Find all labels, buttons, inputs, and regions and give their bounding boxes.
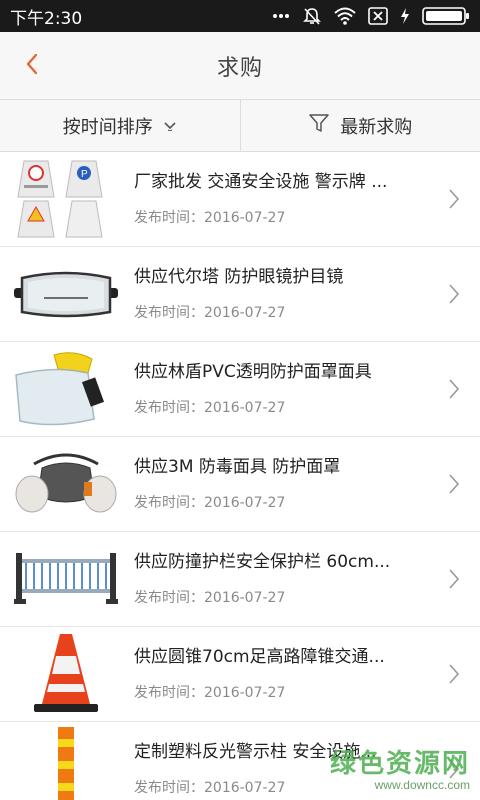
status-bar: 下午2:30 bbox=[0, 0, 480, 32]
product-thumbnail bbox=[14, 634, 118, 713]
list-item[interactable]: 供应林盾PVC透明防护面罩面具 发布时间：2016-07-27 bbox=[0, 342, 480, 437]
sort-by-time-tab[interactable]: 按时间排序 bbox=[0, 100, 240, 151]
svg-text:P: P bbox=[81, 169, 88, 180]
charging-icon bbox=[400, 7, 410, 25]
product-thumbnail bbox=[14, 727, 118, 800]
chevron-right-icon bbox=[448, 473, 460, 499]
chevron-right-icon bbox=[448, 663, 460, 689]
product-thumbnail: P bbox=[14, 160, 118, 238]
sort-by-time-label: 按时间排序 bbox=[62, 116, 153, 138]
battery-icon bbox=[422, 6, 470, 26]
back-button[interactable] bbox=[14, 48, 50, 84]
status-icons bbox=[272, 6, 470, 26]
chevron-down-icon bbox=[163, 115, 177, 136]
chevron-right-icon bbox=[448, 378, 460, 404]
chevron-right-icon bbox=[448, 188, 460, 214]
item-date: 发布时间：2016-07-27 bbox=[134, 685, 286, 701]
status-time: 下午2:30 bbox=[10, 8, 83, 29]
product-thumbnail bbox=[14, 540, 118, 618]
request-list: P 厂家批发 交通安全设施 警示牌 ... 发布时间：2016-07-27 供应… bbox=[0, 152, 480, 800]
item-title: 供应3M 防毒面具 防护面罩 bbox=[134, 457, 341, 477]
item-title: 供应林盾PVC透明防护面罩面具 bbox=[134, 362, 372, 382]
item-date: 发布时间：2016-07-27 bbox=[134, 590, 286, 606]
chevron-left-icon bbox=[24, 52, 40, 80]
product-thumbnail bbox=[14, 350, 118, 428]
item-title: 厂家批发 交通安全设施 警示牌 ... bbox=[134, 172, 388, 192]
more-dots-icon bbox=[272, 13, 290, 19]
wifi-icon bbox=[334, 7, 356, 25]
item-title: 定制塑料反光警示柱 安全设施... bbox=[134, 742, 377, 762]
product-thumbnail bbox=[14, 445, 118, 523]
list-item[interactable]: 供应代尔塔 防护眼镜护目镜 发布时间：2016-07-27 bbox=[0, 247, 480, 342]
chevron-right-icon bbox=[448, 283, 460, 309]
page-title: 求购 bbox=[216, 55, 263, 81]
list-item[interactable]: P 厂家批发 交通安全设施 警示牌 ... 发布时间：2016-07-27 bbox=[0, 152, 480, 247]
chevron-right-icon bbox=[448, 758, 460, 784]
item-title: 供应圆锥70cm足高路障锥交通... bbox=[134, 647, 385, 667]
item-title: 供应代尔塔 防护眼镜护目镜 bbox=[134, 267, 344, 287]
product-thumbnail bbox=[14, 255, 118, 333]
filter-funnel-icon bbox=[308, 112, 330, 139]
list-item[interactable]: 供应3M 防毒面具 防护面罩 发布时间：2016-07-27 bbox=[0, 437, 480, 532]
sim-off-icon bbox=[368, 7, 388, 25]
item-title: 供应防撞护栏安全保护栏 60cm... bbox=[134, 552, 391, 572]
item-date: 发布时间：2016-07-27 bbox=[134, 495, 286, 511]
latest-requests-label: 最新求购 bbox=[340, 116, 413, 138]
latest-requests-tab[interactable]: 最新求购 bbox=[241, 100, 480, 151]
item-date: 发布时间：2016-07-27 bbox=[134, 780, 286, 796]
mute-icon bbox=[302, 6, 322, 26]
filter-bar: 按时间排序 最新求购 bbox=[0, 100, 480, 152]
item-date: 发布时间：2016-07-27 bbox=[134, 210, 286, 226]
item-date: 发布时间：2016-07-27 bbox=[134, 400, 286, 416]
header: 求购 bbox=[0, 32, 480, 100]
chevron-right-icon bbox=[448, 568, 460, 594]
list-item[interactable]: 供应防撞护栏安全保护栏 60cm... 发布时间：2016-07-27 bbox=[0, 532, 480, 627]
list-item[interactable]: 供应圆锥70cm足高路障锥交通... 发布时间：2016-07-27 bbox=[0, 627, 480, 722]
list-item[interactable]: 定制塑料反光警示柱 安全设施... 发布时间：2016-07-27 bbox=[0, 722, 480, 800]
item-date: 发布时间：2016-07-27 bbox=[134, 305, 286, 321]
